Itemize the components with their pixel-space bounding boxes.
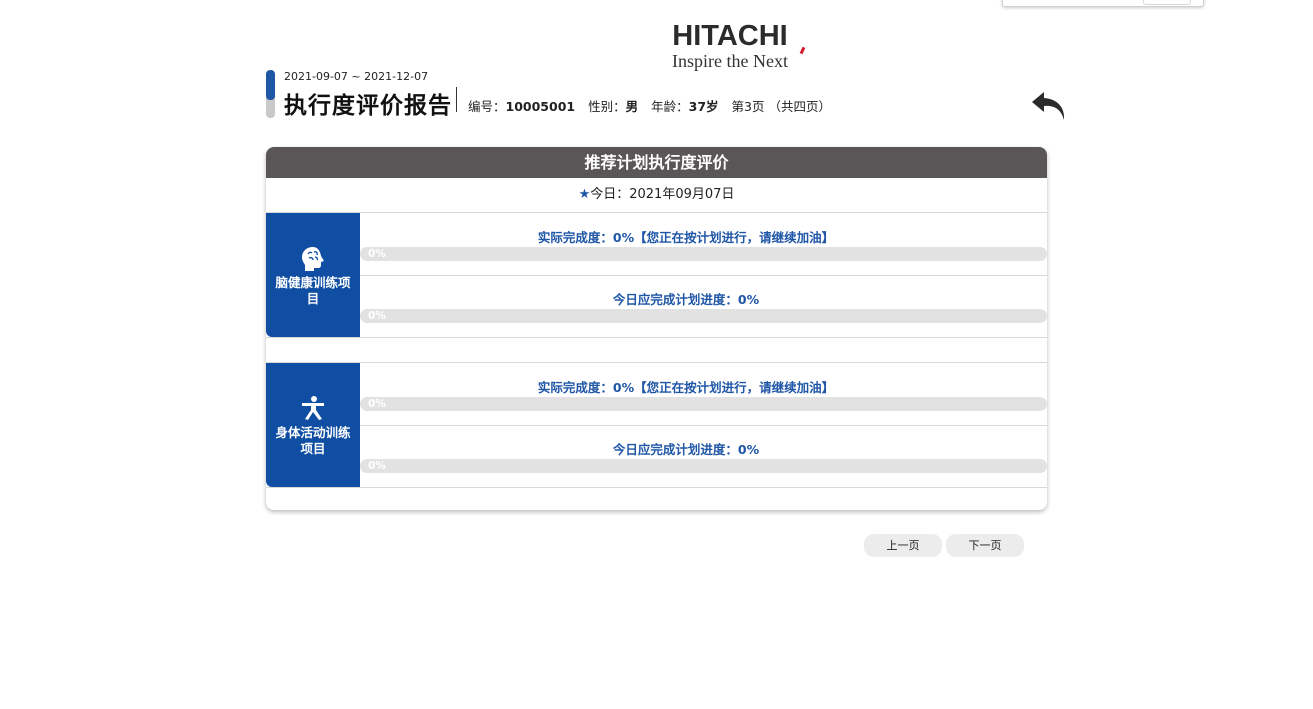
page-title: 执行度评价报告	[284, 93, 452, 119]
actual-progress-percent: 0%	[368, 398, 386, 410]
planned-progress-percent: 0%	[368, 460, 386, 472]
title-separator	[456, 87, 457, 112]
card-title: 推荐计划执行度评价	[266, 147, 1047, 178]
section-spacer	[266, 338, 1047, 363]
plan-evaluation-card: 推荐计划执行度评价 ★今日：2021年09月07日 脑健康训练项目 实际完成度：…	[266, 147, 1047, 510]
brain-head-icon	[302, 247, 324, 271]
actual-progress-bar: 0%	[360, 247, 1047, 261]
planned-progress-row: 今日应完成计划进度：0% 0%	[360, 275, 1047, 337]
next-page-button[interactable]: 下一页	[946, 534, 1024, 557]
date-range: 2021-09-07 ~ 2021-12-07	[284, 70, 429, 83]
brain-training-tile: 脑健康训练项目	[266, 213, 360, 337]
planned-progress-bar: 0%	[360, 309, 1047, 323]
today-date: 今日：2021年09月07日	[590, 187, 735, 202]
gender-label: 性别：	[588, 99, 626, 114]
top-dropdown-panel[interactable]	[1002, 0, 1204, 7]
planned-progress-text: 今日应完成计划进度：0%	[612, 292, 760, 307]
today-date-row: ★今日：2021年09月07日	[266, 178, 1047, 213]
actual-progress-row: 实际完成度：0%【您正在按计划进行，请继续加油】 0%	[360, 213, 1047, 276]
logo-tagline-text: Inspire the Next	[672, 51, 788, 71]
hitachi-logo: HITACHI Inspire the Next	[650, 20, 810, 72]
brain-training-label: 脑健康训练项目	[275, 275, 351, 306]
actual-progress-text: 实际完成度：0%【您正在按计划进行，请继续加油】	[537, 230, 835, 245]
top-dropdown-tab[interactable]	[1143, 0, 1191, 5]
page-info: 第3页 （共四页）	[731, 99, 831, 114]
patient-info: 编号：10005001 性别：男 年龄：37岁 第3页 （共四页）	[468, 96, 831, 115]
prev-page-button[interactable]: 上一页	[864, 534, 942, 557]
age-label: 年龄：	[651, 99, 689, 114]
back-arrow-icon[interactable]	[1030, 88, 1068, 124]
report-header: 2021-09-07 ~ 2021-12-07 执行度评价报告 编号：10005…	[266, 70, 1066, 120]
exercise-person-icon	[302, 396, 324, 420]
brain-training-section: 脑健康训练项目 实际完成度：0%【您正在按计划进行，请继续加油】 0% 今日应完…	[266, 213, 1047, 338]
actual-progress-row: 实际完成度：0%【您正在按计划进行，请继续加油】 0%	[360, 363, 1047, 426]
id-value: 10005001	[505, 99, 576, 114]
physical-training-label: 身体活动训练项目	[275, 425, 351, 456]
actual-progress-text: 实际完成度：0%【您正在按计划进行，请继续加油】	[537, 380, 835, 395]
actual-progress-bar: 0%	[360, 397, 1047, 411]
physical-training-section: 身体活动训练项目 实际完成度：0%【您正在按计划进行，请继续加油】 0% 今日应…	[266, 363, 1047, 488]
planned-progress-percent: 0%	[368, 310, 386, 322]
id-label: 编号：	[468, 99, 506, 114]
age-value: 37岁	[688, 99, 719, 114]
planned-progress-row: 今日应完成计划进度：0% 0%	[360, 425, 1047, 487]
star-icon: ★	[578, 187, 591, 202]
physical-training-tile: 身体活动训练项目	[266, 363, 360, 487]
planned-progress-text: 今日应完成计划进度：0%	[612, 442, 760, 457]
actual-progress-percent: 0%	[368, 248, 386, 260]
planned-progress-bar: 0%	[360, 459, 1047, 473]
logo-tagline: Inspire the Next	[650, 46, 810, 71]
header-accent-bar	[266, 70, 275, 118]
gender-value: 男	[625, 99, 639, 114]
logo-brand: HITACHI	[672, 20, 788, 52]
